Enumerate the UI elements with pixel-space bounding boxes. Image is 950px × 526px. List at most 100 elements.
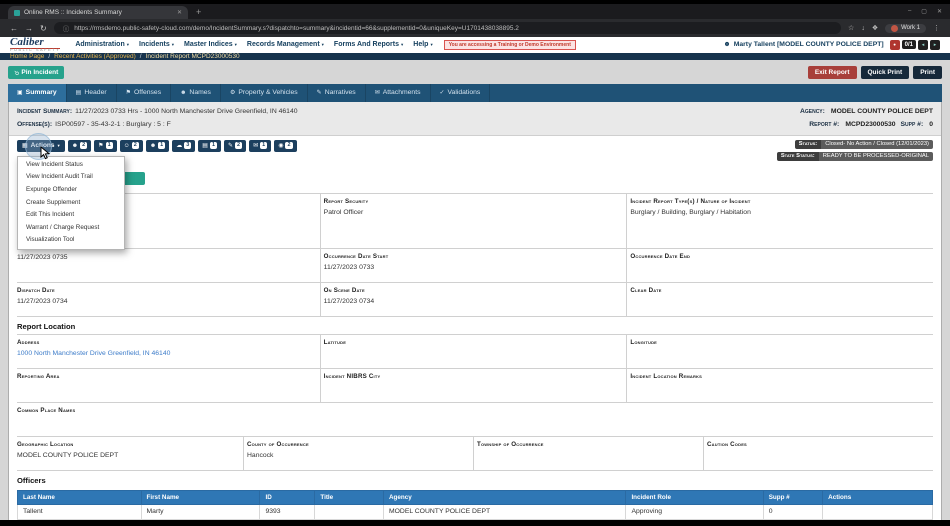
nav-help[interactable]: Help▾ (413, 41, 432, 48)
summary-card: Incident Summary:11/27/2023 0733 Hrs - 1… (8, 102, 942, 526)
document-icon: ▤ (202, 142, 208, 149)
field-reporting-area: Reporting Area (17, 369, 320, 402)
chevron-down-icon: ▾ (172, 42, 174, 48)
form-row: Report Security Patrol Officer Incident … (17, 193, 933, 248)
incident-form: Report Security Patrol Officer Incident … (9, 193, 941, 520)
shortcut-users[interactable]: ☻2 (68, 140, 91, 152)
tab-attachments[interactable]: ✉Attachments (366, 84, 431, 102)
col-id: ID (260, 490, 315, 504)
tab-narratives[interactable]: ✎Narratives (308, 84, 366, 102)
shortcut-validations[interactable]: ◉2 (274, 140, 296, 152)
chevron-down-icon: ▾ (401, 42, 403, 48)
shortcut-property[interactable]: ☁3 (172, 140, 195, 152)
main-nav: Administration▾ Incidents▾ Master Indice… (75, 41, 432, 48)
shortcut-attachments[interactable]: ✉1 (249, 140, 271, 152)
avatar (891, 25, 898, 32)
shortcut-offenses[interactable]: ⚑1 (94, 140, 116, 152)
form-row: Dispatch Date 11/27/2023 0734 On Scene D… (17, 282, 933, 316)
extensions-icon[interactable]: ❖ (872, 24, 878, 32)
browser-menu-icon[interactable]: ⋮ (933, 24, 940, 32)
bookmark-star-icon[interactable]: ☆ (848, 24, 854, 32)
file-icon: ▤ (76, 89, 82, 96)
breadcrumb-recent-activities[interactable]: Recent Activities (Approved) (54, 53, 136, 60)
field-geographic-location: Geographic Location MODEL COUNTY POLICE … (17, 437, 243, 470)
actions-dropdown-menu: View Incident Status View Incident Audit… (17, 156, 125, 250)
new-tab-button[interactable]: + (196, 7, 201, 17)
page-counter: 0/1 (902, 40, 916, 49)
shortcut-names[interactable]: ☺2 (120, 140, 143, 152)
menu-item-view-incident-audit-trail[interactable]: View Incident Audit Trail (18, 171, 124, 184)
check-icon: ✓ (440, 89, 445, 96)
caliber-logo: Caliber PUBLIC SAFETY (10, 37, 60, 53)
window-close-icon[interactable]: ✕ (937, 8, 942, 15)
quick-print-button[interactable]: Quick Print (861, 66, 910, 79)
form-row: Reporting Area Incident NIBRS City Incid… (17, 368, 933, 402)
tab-close-icon[interactable]: ✕ (177, 9, 182, 16)
menu-item-edit-this-incident[interactable]: Edit This Incident (18, 209, 124, 222)
form-row: 11/27/2023 0735 Occurrence Date Start 11… (17, 248, 933, 282)
header-right: ☻ Marty Tallent [MODEL COUNTY POLICE DEP… (723, 40, 940, 50)
print-button[interactable]: Print (913, 66, 942, 79)
tab-validations[interactable]: ✓Validations (431, 84, 491, 102)
tab-names[interactable]: ☻Names (171, 84, 221, 102)
nav-forms-and-reports[interactable]: Forms And Reports▾ (334, 41, 403, 48)
site-info-icon[interactable]: ⓘ (63, 23, 70, 33)
clipboard-icon: ▣ (17, 89, 23, 96)
tab-header[interactable]: ▤Header (67, 84, 117, 102)
menu-item-visualization-tool[interactable]: Visualization Tool (18, 234, 124, 247)
browser-profile[interactable]: Work 1 (885, 24, 926, 33)
form-row: Address 1000 North Manchester Drive Gree… (17, 334, 933, 368)
chevron-down-icon: ▾ (322, 42, 324, 48)
current-user[interactable]: ☻ Marty Tallent [MODEL COUNTY POLICE DEP… (723, 41, 883, 48)
reload-icon[interactable]: ↻ (40, 24, 47, 33)
download-icon[interactable]: ↓ (861, 25, 865, 32)
pin-incident-button[interactable]: ⚲ Pin Incident (8, 66, 64, 79)
users-icon: ☻ (72, 143, 78, 149)
nav-master-indices[interactable]: Master Indices▾ (184, 41, 237, 48)
exit-report-button[interactable]: Exit Report (808, 66, 857, 79)
actions-dropdown-button[interactable]: ▦ Actions ▾ (17, 140, 65, 152)
back-icon[interactable]: ← (10, 24, 18, 33)
tab-offenses[interactable]: ⚑Offenses (117, 84, 171, 102)
form-row: Common Place Names (17, 402, 933, 436)
browser-tab[interactable]: Online RMS :: Incidents Summary ✕ (8, 6, 188, 19)
tab-property-vehicles[interactable]: ⚙Property & Vehicles (221, 84, 308, 102)
maximize-icon[interactable]: ▢ (921, 8, 927, 15)
address-link[interactable]: 1000 North Manchester Drive Greenfield, … (17, 348, 314, 359)
screen: Online RMS :: Incidents Summary ✕ + – ▢ … (0, 0, 950, 526)
users-icon: ☻ (180, 90, 186, 96)
shortcut-persons[interactable]: ☻1 (146, 140, 169, 152)
minimize-icon[interactable]: – (908, 8, 911, 15)
shortcut-edits[interactable]: ✎2 (224, 140, 246, 152)
cell-title (315, 504, 384, 519)
cell-agency: MODEL COUNTY POLICE DEPT (383, 504, 625, 519)
status-badges: Status:Closed- No Action / Closed (12/01… (777, 140, 933, 161)
officer-row: Tallent Marty 9393 MODEL COUNTY POLICE D… (18, 504, 933, 519)
field-occurrence-date-start: Occurrence Date Start 11/27/2023 0733 (320, 249, 627, 282)
menu-item-expunge-offender[interactable]: Expunge Offender (18, 184, 124, 197)
tab-summary[interactable]: ▣Summary (8, 84, 67, 102)
field-incident-nibrs-city: Incident NIBRS City (320, 369, 627, 402)
count-badge: 2 (132, 142, 139, 149)
profile-label: Work 1 (901, 25, 920, 31)
address-bar[interactable]: ⓘ https://rmsdemo.public-safety-cloud.co… (54, 22, 841, 34)
nav-incidents[interactable]: Incidents▾ (139, 41, 174, 48)
nav-records-management[interactable]: Records Management▾ (247, 41, 324, 48)
record-button[interactable]: ● (890, 40, 900, 50)
count-badge: 2 (285, 142, 292, 149)
next-button[interactable]: ▸ (930, 40, 940, 50)
browser-tab-strip: Online RMS :: Incidents Summary ✕ + – ▢ … (0, 4, 950, 19)
prev-button[interactable]: ◂ (918, 40, 928, 50)
breadcrumb-home[interactable]: Home Page (10, 53, 44, 60)
count-badge: 1 (260, 142, 267, 149)
forward-icon[interactable]: → (25, 24, 33, 33)
user-name: Marty Tallent [MODEL COUNTY POLICE DEPT] (734, 41, 884, 48)
shortcut-narratives[interactable]: ▤1 (198, 140, 221, 152)
field-common-place-names: Common Place Names (17, 403, 933, 436)
nav-administration[interactable]: Administration▾ (75, 41, 129, 48)
menu-item-view-incident-status[interactable]: View Incident Status (18, 159, 124, 172)
menu-item-create-supplement[interactable]: Create Supplement (18, 197, 124, 210)
menu-item-warrant-charge-request[interactable]: Warrant / Charge Request (18, 222, 124, 235)
breadcrumb-current: Incident Report MCPD23000530 (146, 53, 240, 60)
incident-summary-line: Incident Summary:11/27/2023 0733 Hrs - 1… (17, 105, 298, 118)
